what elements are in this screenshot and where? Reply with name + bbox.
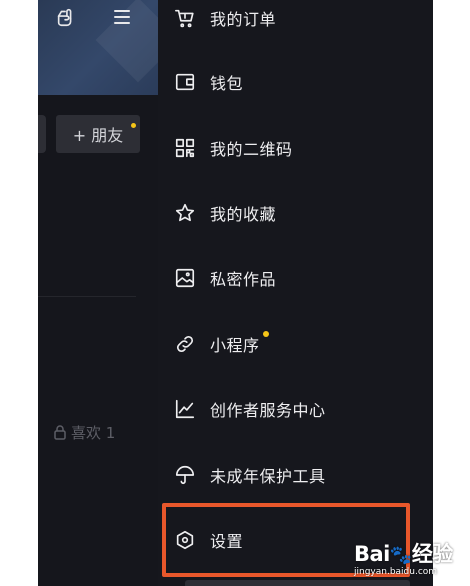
umbrella-icon — [173, 463, 197, 487]
menu-item-label: 小程序 — [210, 336, 260, 355]
menu-item-my-qr-code[interactable]: 我的二维码 — [158, 123, 433, 173]
menu-item-mini-programs[interactable]: 小程序 — [158, 319, 433, 369]
chart-icon — [173, 397, 197, 421]
star-icon — [173, 201, 197, 225]
menu-item-label: 私密作品 — [210, 270, 277, 289]
menu-item-label: 钱包 — [210, 74, 244, 93]
menu-item-label: 未成年保护工具 — [210, 467, 326, 486]
menu-item-creator-service-center[interactable]: 创作者服务中心 — [158, 384, 433, 434]
hand-pointer-icon[interactable] — [50, 3, 82, 31]
link-icon — [173, 332, 197, 356]
menu-item-private-works[interactable]: 私密作品 — [158, 253, 433, 303]
settings-hexagon-icon — [173, 528, 197, 552]
menu-item-label: 我的二维码 — [210, 140, 293, 159]
add-friend-label: + 朋友 — [72, 126, 124, 145]
menu-item-minor-protection-tools[interactable]: 未成年保护工具 — [158, 450, 433, 500]
new-badge-dot — [263, 331, 269, 337]
add-friend-button[interactable]: + 朋友 — [56, 115, 140, 153]
profile-page-background: + 朋友 喜欢 1 — [38, 0, 158, 586]
bottom-handle-bar — [185, 580, 410, 586]
lock-icon — [54, 425, 66, 440]
menu-item-my-favorites[interactable]: 我的收藏 — [158, 188, 433, 238]
qr-code-icon — [173, 136, 197, 160]
app-screen: + 朋友 喜欢 1 我的订单 钱包 我的二维码 我的收藏 私密作品 小程序 创作… — [38, 0, 433, 586]
side-drawer: 我的订单 钱包 我的二维码 我的收藏 私密作品 小程序 创作者服务中心 未成年保… — [158, 0, 433, 586]
menu-item-label: 创作者服务中心 — [210, 401, 326, 420]
divider — [38, 296, 136, 297]
notification-dot — [131, 123, 136, 128]
likes-label: 喜欢 1 — [71, 423, 116, 442]
tab-likes[interactable]: 喜欢 1 — [53, 420, 115, 444]
menu-item-label: 我的订单 — [210, 10, 277, 29]
menu-item-wallet[interactable]: 钱包 — [158, 57, 433, 107]
wallet-icon — [173, 70, 197, 94]
menu-item-settings[interactable]: 设置 — [158, 515, 433, 565]
menu-item-label: 设置 — [210, 532, 244, 551]
private-photo-icon — [173, 266, 197, 290]
hamburger-menu-icon[interactable] — [106, 3, 138, 31]
menu-item-my-orders[interactable]: 我的订单 — [158, 0, 433, 43]
cart-icon — [173, 6, 197, 30]
edit-profile-button-edge[interactable] — [38, 115, 46, 153]
menu-item-label: 我的收藏 — [210, 205, 277, 224]
